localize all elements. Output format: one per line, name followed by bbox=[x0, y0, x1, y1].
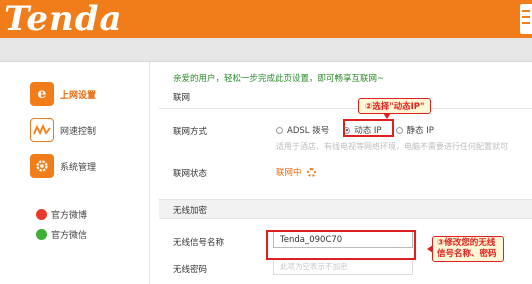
sidebar-item-system-management[interactable]: 系统管理 bbox=[30, 152, 130, 180]
status-text: 联网中 bbox=[276, 168, 302, 178]
social-label: 官方微博 bbox=[51, 211, 88, 221]
header-bar: Tenda bbox=[0, 0, 532, 38]
divider bbox=[159, 108, 532, 109]
radio-dot[interactable] bbox=[395, 126, 403, 134]
annotation-select-dynamic-ip: ②选择"动态IP" bbox=[358, 98, 432, 119]
loading-spinner-icon bbox=[306, 167, 316, 177]
connection-type-label: 联网方式 bbox=[173, 127, 208, 137]
sidebar-item-label: 上网设置 bbox=[60, 90, 97, 101]
connection-status-value: 联网中 bbox=[276, 166, 316, 178]
tenda-logo: Tenda bbox=[4, 0, 123, 39]
annotation-modify-ssid: ③修改您的无线信号名称、密码 bbox=[427, 236, 504, 262]
radio-static-ip[interactable]: 静态 IP bbox=[395, 124, 434, 136]
weibo-icon bbox=[36, 209, 47, 220]
sidebar-item-internet-settings[interactable]: e 上网设置 bbox=[24, 78, 134, 112]
section-band-wireless bbox=[159, 199, 532, 219]
radio-adsl[interactable]: ADSL 拨号 bbox=[276, 124, 329, 136]
social-label: 官方微信 bbox=[51, 231, 88, 241]
connection-status-label: 联网状态 bbox=[173, 169, 208, 179]
sidebar-item-label: 系统管理 bbox=[60, 162, 97, 173]
connection-hint: 适用于酒店、有线电视等网络环境，电脑不需要进行任何配置就可 bbox=[276, 142, 508, 151]
ssid-label: 无线信号名称 bbox=[173, 238, 225, 248]
router-setup-page: Tenda e 上网设置 网速控制 系统管理 官方微博 官方微信 亲爱的用户，轻… bbox=[0, 0, 532, 284]
corner-menu-icon[interactable] bbox=[520, 4, 532, 34]
system-gear-icon bbox=[30, 154, 54, 178]
wechat-icon bbox=[36, 229, 47, 240]
sidebar: e 上网设置 网速控制 系统管理 官方微博 官方微信 bbox=[0, 62, 150, 284]
speed-wave-icon bbox=[30, 118, 54, 142]
wifi-password-input[interactable] bbox=[273, 258, 413, 275]
section-title-wireless: 无线加密 bbox=[173, 206, 208, 216]
official-weibo-link[interactable]: 官方微博 bbox=[36, 208, 87, 221]
radio-label: ADSL 拨号 bbox=[287, 126, 330, 136]
highlight-ssid bbox=[266, 230, 416, 260]
sidebar-item-label: 网速控制 bbox=[60, 126, 97, 137]
internet-e-icon: e bbox=[30, 82, 54, 106]
highlight-dynamic-ip bbox=[343, 119, 394, 137]
section-title-internet: 联网 bbox=[173, 93, 191, 103]
header-band bbox=[0, 38, 532, 62]
wifi-password-label: 无线密码 bbox=[173, 265, 208, 275]
welcome-text: 亲爱的用户，轻松一步完成此页设置，即可畅享互联网~ bbox=[173, 74, 385, 84]
official-wechat-link[interactable]: 官方微信 bbox=[36, 228, 87, 241]
radio-label: 静态 IP bbox=[406, 126, 434, 136]
sidebar-item-speed-control[interactable]: 网速控制 bbox=[30, 116, 130, 144]
radio-dot[interactable] bbox=[276, 126, 283, 134]
